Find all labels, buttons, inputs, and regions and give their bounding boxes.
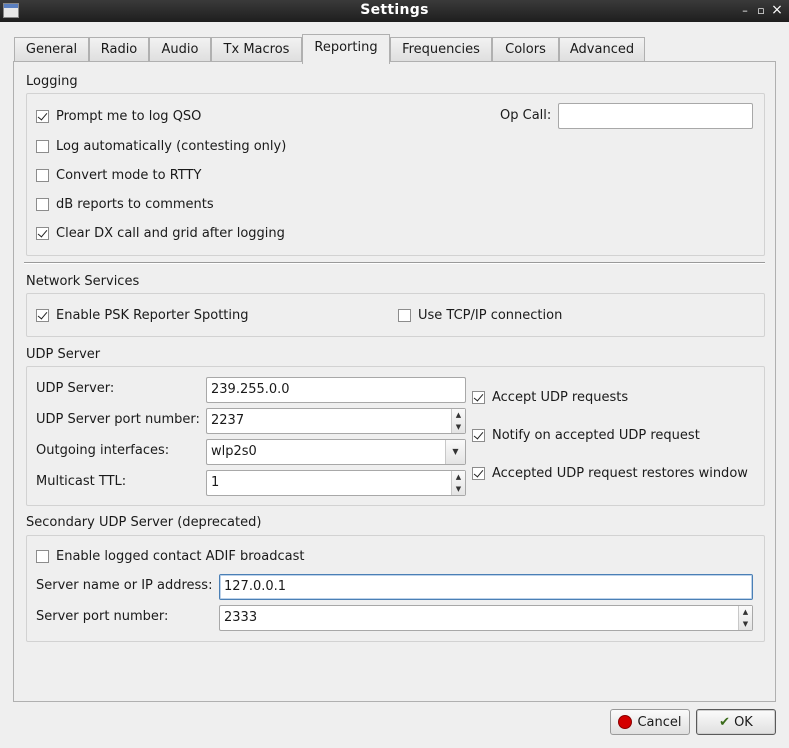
secondary-server-label: Server name or IP address:: [36, 578, 213, 593]
close-icon[interactable]: ×: [770, 3, 784, 18]
spin-down-icon[interactable]: ▼: [452, 483, 465, 495]
accept-udp-label: Accept UDP requests: [492, 389, 629, 405]
checkbox-box[interactable]: [398, 308, 411, 322]
op-call-label: Op Call:: [500, 108, 552, 123]
outgoing-iface-select[interactable]: wlp2s0 ▼: [206, 439, 466, 465]
title-bar: Settings – ▫ ×: [0, 0, 789, 22]
adif-broadcast-label: Enable logged contact ADIF broadcast: [56, 548, 305, 564]
ok-button[interactable]: ✔ OK: [696, 709, 776, 735]
tab-reporting[interactable]: Reporting: [302, 34, 390, 64]
chevron-down-icon[interactable]: ▼: [445, 440, 465, 464]
network-group-title: Network Services: [26, 274, 140, 289]
spin-arrows[interactable]: ▲ ▼: [451, 409, 465, 433]
outgoing-iface-value: wlp2s0: [211, 444, 257, 459]
udp-group-title: UDP Server: [26, 347, 101, 362]
spin-up-icon[interactable]: ▲: [739, 606, 752, 618]
maximize-icon[interactable]: ▫: [754, 3, 768, 18]
udp-server-label: UDP Server:: [36, 381, 115, 396]
cancel-button[interactable]: Cancel: [610, 709, 690, 735]
psk-reporter-label: Enable PSK Reporter Spotting: [56, 307, 249, 323]
udp-port-label: UDP Server port number:: [36, 412, 200, 427]
restore-window-checkbox[interactable]: Accepted UDP request restores window: [472, 464, 748, 482]
window-title: Settings: [360, 2, 429, 18]
checkbox-box[interactable]: [36, 226, 49, 240]
divider: [24, 262, 765, 264]
udp-server-input[interactable]: 239.255.0.0: [206, 377, 466, 403]
psk-reporter-checkbox[interactable]: Enable PSK Reporter Spotting: [36, 306, 249, 324]
convert-rtty-label: Convert mode to RTTY: [56, 167, 202, 183]
tab-general[interactable]: General: [14, 37, 89, 62]
outgoing-iface-label: Outgoing interfaces:: [36, 443, 170, 458]
adif-broadcast-checkbox[interactable]: Enable logged contact ADIF broadcast: [36, 547, 304, 565]
checkbox-box[interactable]: [472, 428, 485, 442]
ok-icon: ✔: [719, 714, 731, 730]
minimize-icon[interactable]: –: [738, 3, 752, 18]
secondary-server-input[interactable]: 127.0.0.1: [219, 574, 753, 600]
checkbox-box[interactable]: [472, 466, 485, 480]
log-auto-checkbox[interactable]: Log automatically (contesting only): [36, 137, 286, 155]
udp-port-spinbox[interactable]: 2237 ▲ ▼: [206, 408, 466, 434]
prompt-log-checkbox[interactable]: Prompt me to log QSO: [36, 107, 201, 125]
restore-window-label: Accepted UDP request restores window: [492, 465, 748, 481]
spin-down-icon[interactable]: ▼: [452, 421, 465, 433]
checkbox-box[interactable]: [36, 308, 49, 322]
tcpip-checkbox[interactable]: Use TCP/IP connection: [398, 306, 562, 324]
secondary-port-spinbox[interactable]: 2333 ▲ ▼: [219, 605, 753, 631]
cancel-icon: [618, 715, 633, 729]
logging-group-title: Logging: [26, 74, 78, 89]
spin-arrows[interactable]: ▲ ▼: [451, 471, 465, 495]
prompt-log-label: Prompt me to log QSO: [56, 108, 202, 124]
spin-up-icon[interactable]: ▲: [452, 409, 465, 421]
secondary-port-label: Server port number:: [36, 609, 169, 624]
spin-down-icon[interactable]: ▼: [739, 618, 752, 630]
accept-udp-checkbox[interactable]: Accept UDP requests: [472, 388, 628, 406]
log-auto-label: Log automatically (contesting only): [56, 138, 287, 154]
secondary-group-title: Secondary UDP Server (deprecated): [26, 515, 262, 530]
clear-dx-label: Clear DX call and grid after logging: [56, 225, 285, 241]
udp-port-value: 2237: [211, 413, 245, 428]
secondary-port-value: 2333: [224, 610, 258, 625]
tab-radio[interactable]: Radio: [89, 37, 149, 62]
ok-button-label: OK: [734, 714, 753, 730]
op-call-input[interactable]: [558, 103, 753, 129]
notify-udp-label: Notify on accepted UDP request: [492, 427, 700, 443]
tab-colors[interactable]: Colors: [492, 37, 559, 62]
tab-tx-macros[interactable]: Tx Macros: [211, 37, 302, 62]
checkbox-box[interactable]: [36, 197, 49, 211]
db-reports-label: dB reports to comments: [56, 196, 214, 212]
clear-dx-checkbox[interactable]: Clear DX call and grid after logging: [36, 224, 285, 242]
spin-up-icon[interactable]: ▲: [452, 471, 465, 483]
checkbox-box[interactable]: [36, 549, 49, 563]
tab-advanced[interactable]: Advanced: [559, 37, 645, 62]
cancel-button-label: Cancel: [637, 714, 682, 730]
tab-frequencies[interactable]: Frequencies: [390, 37, 492, 62]
checkbox-box[interactable]: [36, 109, 49, 123]
multicast-ttl-spinbox[interactable]: 1 ▲ ▼: [206, 470, 466, 496]
tcpip-label: Use TCP/IP connection: [418, 307, 563, 323]
notify-udp-checkbox[interactable]: Notify on accepted UDP request: [472, 426, 700, 444]
checkbox-box[interactable]: [36, 168, 49, 182]
checkbox-box[interactable]: [472, 390, 485, 404]
tab-audio[interactable]: Audio: [149, 37, 211, 62]
multicast-ttl-label: Multicast TTL:: [36, 474, 127, 489]
convert-rtty-checkbox[interactable]: Convert mode to RTTY: [36, 166, 201, 184]
checkbox-box[interactable]: [36, 139, 49, 153]
spin-arrows[interactable]: ▲ ▼: [738, 606, 752, 630]
multicast-ttl-value: 1: [211, 475, 220, 490]
db-reports-checkbox[interactable]: dB reports to comments: [36, 195, 214, 213]
